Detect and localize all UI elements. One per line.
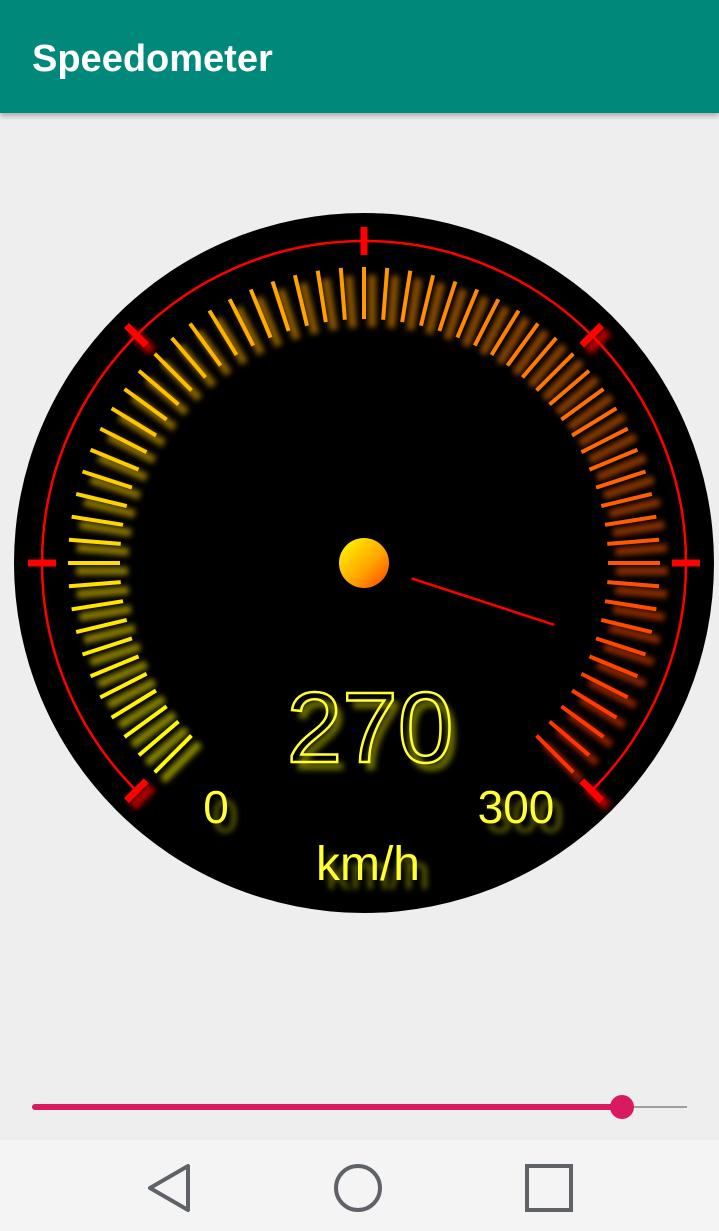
gauge-tick-glow <box>344 275 357 329</box>
min-label: 0 <box>203 781 229 833</box>
gauge-tick-glow <box>614 586 668 599</box>
needle-hub <box>339 538 389 588</box>
speed-value: 270 <box>287 672 454 784</box>
speedometer-gauge: 270 270 0 0 300 300 km/h km/h <box>14 213 714 913</box>
home-icon[interactable] <box>330 1160 386 1216</box>
gauge-tick-glow <box>614 543 668 556</box>
gauge-tick-glow <box>387 275 400 329</box>
recents-icon[interactable] <box>521 1160 577 1216</box>
navigation-bar <box>0 1140 719 1231</box>
max-label: 300 <box>478 781 555 833</box>
gauge-tick-glow <box>76 586 130 599</box>
slider-fill <box>32 1104 622 1110</box>
slider-thumb[interactable] <box>609 1095 634 1119</box>
gauge-tick-glow <box>76 543 130 556</box>
unit-label: km/h <box>316 838 420 891</box>
speed-slider[interactable] <box>32 1090 687 1124</box>
back-icon[interactable] <box>141 1160 197 1216</box>
